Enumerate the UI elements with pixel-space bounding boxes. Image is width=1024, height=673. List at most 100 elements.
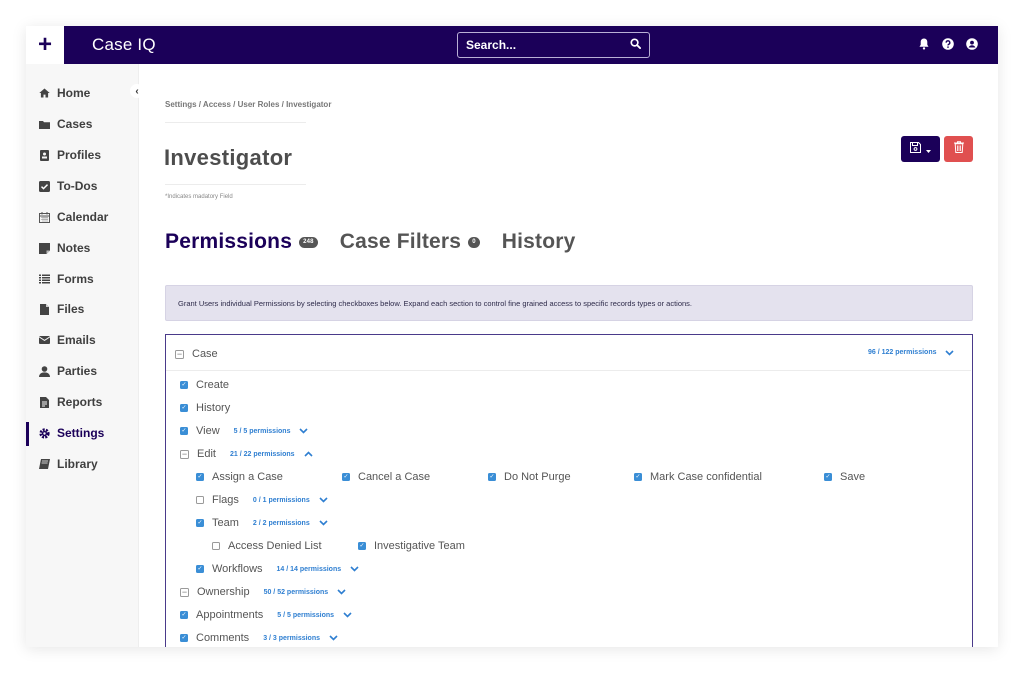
tab-history[interactable]: History [502, 230, 576, 254]
checkbox-checked[interactable]: ✓ [180, 611, 188, 619]
bell-icon[interactable] [918, 37, 930, 51]
trash-icon [953, 140, 964, 158]
save-button[interactable] [901, 136, 940, 162]
permission-row-create[interactable]: ✓ Create [180, 379, 229, 391]
folder-icon [39, 119, 50, 130]
permissions-count: 96 / 122 permissions [868, 349, 937, 356]
permission-row-workflows[interactable]: ✓ Workflows 14 / 14 permissions [196, 563, 359, 575]
permissions-count: 0 / 1 permissions [252, 496, 310, 504]
envelope-icon [39, 335, 50, 346]
sidebar-item-label: Reports [57, 395, 103, 409]
permission-row-edit[interactable]: − Edit 21 / 22 permissions [180, 448, 313, 460]
sidebar-item-label: Cases [57, 117, 93, 131]
tab-bar: Permissions 248 Case Filters 0 History [165, 230, 598, 254]
sidebar-item-profiles[interactable]: Profiles [26, 144, 139, 166]
checkbox-checked[interactable]: ✓ [634, 473, 642, 481]
permissions-count: 2 / 2 permissions [252, 519, 310, 527]
user-icon[interactable] [966, 37, 978, 51]
sidebar-item-calendar[interactable]: Calendar [26, 206, 139, 228]
permission-label: Workflows [212, 563, 263, 575]
checkbox-unchecked[interactable] [196, 496, 204, 504]
tab-permissions[interactable]: Permissions 248 [165, 230, 318, 254]
checkbox-checked[interactable]: ✓ [196, 473, 204, 481]
permission-row-cancel-a-case[interactable]: ✓ Cancel a Case [342, 471, 430, 483]
chevron-down-icon[interactable] [343, 612, 352, 618]
tab-case-filters[interactable]: Case Filters 0 [340, 230, 480, 254]
permission-row-view[interactable]: ✓ View 5 / 5 permissions [180, 425, 309, 437]
permission-row-appointments[interactable]: ✓ Appointments 5 / 5 permissions [180, 609, 352, 621]
permission-row-history[interactable]: ✓ History [180, 402, 230, 414]
checkbox-checked[interactable]: ✓ [180, 404, 188, 412]
checkbox-checked[interactable]: ✓ [358, 542, 366, 550]
search-box[interactable] [457, 32, 650, 58]
checkbox-checked[interactable]: ✓ [196, 565, 204, 573]
chevron-down-icon[interactable] [319, 520, 328, 526]
collapse-sidebar-button[interactable]: ‹ [130, 84, 144, 98]
chevron-down-icon[interactable] [299, 428, 309, 434]
checkbox-icon [39, 180, 50, 192]
sidebar-item-label: Calendar [57, 210, 109, 224]
search-icon[interactable] [630, 36, 641, 54]
collapse-square-icon[interactable]: − [180, 587, 189, 597]
help-icon[interactable] [942, 37, 954, 51]
checkbox-unchecked[interactable] [212, 542, 220, 550]
chevron-down-icon[interactable] [350, 566, 359, 572]
collapse-square-icon[interactable]: − [180, 449, 189, 459]
permission-row-flags[interactable]: Flags 0 / 1 permissions [196, 494, 328, 506]
case-section-toggle[interactable]: − Case [175, 348, 218, 360]
sidebar-item-notes[interactable]: Notes [26, 237, 139, 259]
divider [165, 184, 306, 185]
caret-down-icon[interactable] [926, 140, 931, 158]
permission-row-comments[interactable]: ✓ Comments 3 / 3 permissions [180, 632, 338, 644]
chevron-down-icon[interactable] [945, 349, 955, 356]
sidebar-item-parties[interactable]: Parties [26, 360, 139, 382]
chevron-up-icon[interactable] [303, 451, 313, 457]
collapse-square-icon[interactable]: − [175, 349, 184, 359]
case-filters-count-badge: 0 [468, 236, 480, 248]
checkbox-checked[interactable]: ✓ [180, 381, 188, 389]
permission-row-save[interactable]: ✓ Save [824, 471, 865, 483]
checkbox-checked[interactable]: ✓ [180, 634, 188, 642]
permission-row-team[interactable]: ✓ Team 2 / 2 permissions [196, 517, 328, 529]
delete-button[interactable] [944, 136, 973, 162]
sidebar-item-forms[interactable]: Forms [26, 268, 139, 290]
case-section-count[interactable]: 96 / 122 permissions [868, 349, 955, 356]
chevron-down-icon[interactable] [319, 497, 328, 503]
permissions-panel: − Case 96 / 122 permissions ✓ Create ✓ H… [165, 334, 973, 647]
breadcrumb[interactable]: Settings / Access / User Roles / Investi… [165, 100, 331, 109]
checkbox-checked[interactable]: ✓ [180, 427, 188, 435]
sidebar-item-files[interactable]: Files [26, 298, 139, 320]
sidebar-item-todos[interactable]: To-Dos [26, 175, 139, 197]
checkbox-checked[interactable]: ✓ [196, 519, 204, 527]
chevron-left-icon: ‹ [135, 85, 139, 97]
info-banner: Grant Users individual Permissions by se… [165, 285, 973, 321]
case-section-header[interactable] [166, 335, 971, 371]
permissions-count: 5 / 5 permissions [233, 427, 291, 435]
sidebar-item-home[interactable]: Home [26, 82, 139, 104]
permission-label: Edit [197, 448, 216, 460]
sidebar-item-reports[interactable]: Reports [26, 391, 139, 413]
plus-icon: + [37, 31, 52, 58]
sidebar-item-emails[interactable]: Emails [26, 329, 139, 351]
sidebar-item-library[interactable]: Library [26, 453, 139, 475]
brand-logo[interactable]: Case IQ [92, 35, 156, 55]
sidebar-item-label: Files [57, 302, 85, 316]
search-input[interactable] [466, 38, 630, 52]
permission-row-ownership[interactable]: − Ownership 50 / 52 permissions [180, 586, 346, 598]
chevron-down-icon[interactable] [337, 589, 346, 595]
permission-row-mark-case-confidential[interactable]: ✓ Mark Case confidential [634, 471, 762, 483]
new-item-button[interactable]: + [26, 26, 64, 64]
permission-row-investigative-team[interactable]: ✓ Investigative Team [358, 540, 465, 552]
permission-label: Investigative Team [374, 540, 465, 552]
checkbox-checked[interactable]: ✓ [824, 473, 832, 481]
permission-label: View [196, 425, 220, 437]
permission-label: Do Not Purge [504, 471, 571, 483]
permission-row-do-not-purge[interactable]: ✓ Do Not Purge [488, 471, 571, 483]
sidebar-item-cases[interactable]: Cases [26, 113, 139, 135]
checkbox-checked[interactable]: ✓ [488, 473, 496, 481]
chevron-down-icon[interactable] [329, 635, 338, 641]
sidebar-item-settings[interactable]: Settings [26, 422, 139, 446]
permission-row-assign-a-case[interactable]: ✓ Assign a Case [196, 471, 283, 483]
checkbox-checked[interactable]: ✓ [342, 473, 350, 481]
permission-row-access-denied-list[interactable]: Access Denied List [212, 540, 322, 552]
